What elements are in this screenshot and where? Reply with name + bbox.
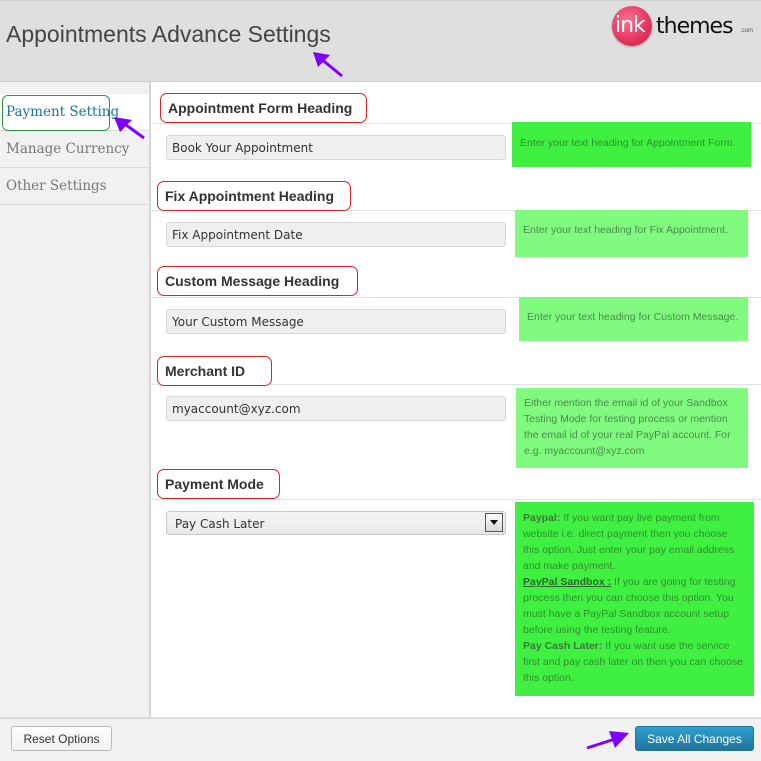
appointment-form-heading-help: Enter your text heading for Appointment … <box>512 122 751 167</box>
page-title: Appointments Advance Settings <box>6 21 331 47</box>
sidebar-item-other-settings[interactable]: Other Settings <box>0 168 149 205</box>
sidebar-item-label: Manage Currency <box>6 141 130 157</box>
sandbox-option-title: PayPal Sandbox : <box>523 576 612 588</box>
appointment-form-heading-label: Appointment Form Heading <box>160 93 367 123</box>
fix-appointment-heading-help: Enter your text heading for Fix Appointm… <box>515 210 748 257</box>
logo-ink-text: ink <box>615 13 646 38</box>
payment-mode-select[interactable]: Pay Cash Later <box>166 511 506 535</box>
annotation-arrow-icon <box>586 731 629 750</box>
cash-later-option-title: Pay Cash Later: <box>523 640 603 652</box>
paypal-option-title: Paypal: <box>523 512 561 524</box>
merchant-id-help: Either mention the email id of your Sand… <box>516 388 748 468</box>
reset-options-button[interactable]: Reset Options <box>11 726 112 751</box>
fix-appointment-heading-label: Fix Appointment Heading <box>157 181 351 211</box>
fix-appointment-heading-input[interactable]: Fix Appointment Date <box>166 222 506 247</box>
annotation-arrow-icon <box>114 117 145 140</box>
payment-mode-help: Paypal: If you want pay live payment fro… <box>515 502 754 696</box>
chevron-down-icon[interactable] <box>485 513 503 532</box>
logo-com-text: .com <box>740 28 754 34</box>
custom-message-heading-help: Enter your text heading for Custom Messa… <box>519 297 748 341</box>
page-header: Appointments Advance Settings ink themes… <box>0 0 761 82</box>
custom-message-heading-label: Custom Message Heading <box>157 266 358 296</box>
appointment-form-heading-input[interactable]: Book Your Appointment <box>166 135 506 160</box>
merchant-id-input[interactable]: myaccount@xyz.com <box>166 396 506 421</box>
annotation-arrow-icon <box>313 52 343 78</box>
payment-mode-label: Payment Mode <box>157 469 280 499</box>
divider <box>151 499 761 500</box>
logo-themes-text: themes <box>656 14 734 39</box>
save-all-changes-button[interactable]: Save All Changes <box>635 726 754 751</box>
payment-mode-selected-value: Pay Cash Later <box>175 517 265 531</box>
custom-message-heading-input[interactable]: Your Custom Message <box>166 309 506 334</box>
merchant-id-label: Merchant ID <box>157 356 272 386</box>
inkthemes-logo: ink themes .com <box>612 6 761 46</box>
sidebar-item-label: Other Settings <box>6 178 107 194</box>
annotation-highlight-box <box>2 95 110 131</box>
